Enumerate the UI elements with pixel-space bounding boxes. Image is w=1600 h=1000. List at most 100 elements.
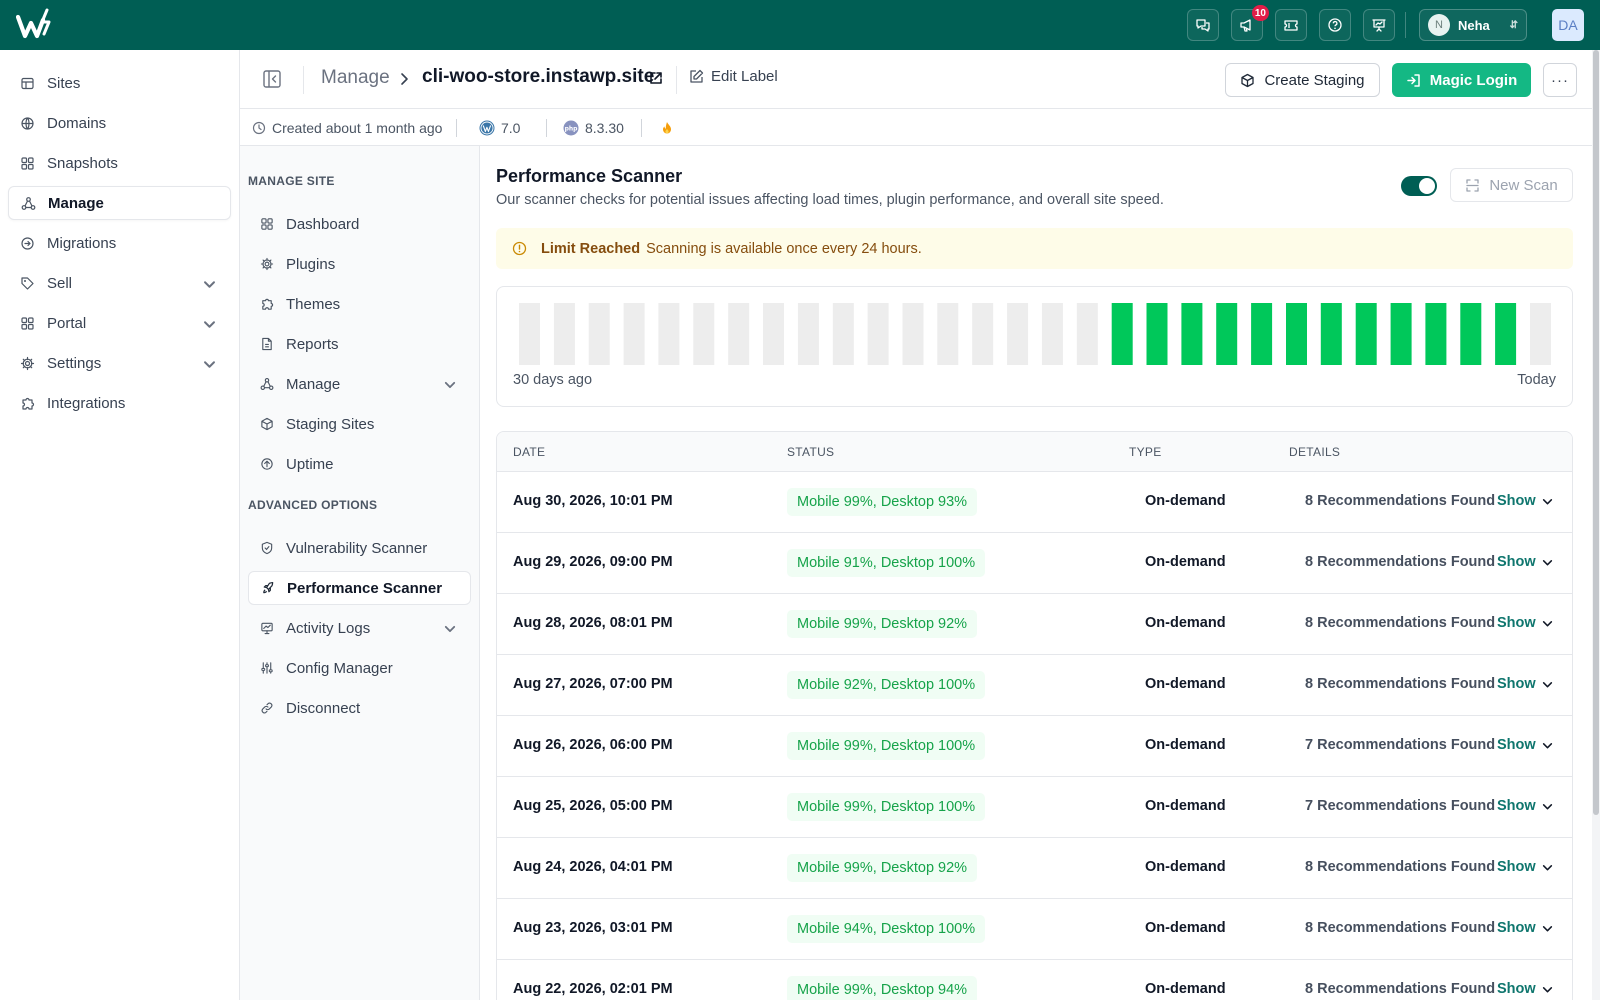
edit-label-button[interactable]: Edit Label	[689, 68, 778, 85]
breadcrumb-manage[interactable]: Manage	[321, 67, 390, 89]
breadcrumb-site[interactable]: cli-woo-store.instawp.site	[422, 66, 654, 88]
manage-nav-item-manage[interactable]: Manage	[248, 367, 471, 401]
show-details-button[interactable]: Show	[1497, 493, 1553, 509]
row-type: On-demand	[1145, 737, 1226, 753]
history-bar-empty[interactable]	[902, 303, 924, 365]
user-menu-button[interactable]: N Neha ⇵	[1419, 9, 1527, 41]
row-date: Aug 28, 2026, 08:01 PM	[513, 615, 673, 631]
chat-button[interactable]	[1187, 9, 1219, 41]
create-staging-button[interactable]: Create Staging	[1225, 63, 1380, 97]
show-details-button[interactable]: Show	[1497, 798, 1553, 814]
chevron-down-icon[interactable]	[443, 378, 457, 392]
presentation-button[interactable]	[1363, 9, 1395, 41]
history-bar-scanned[interactable]	[1425, 303, 1447, 365]
sidebar-item-manage[interactable]: Manage	[8, 186, 231, 220]
manage-nav-item-vulnerability-scanner[interactable]: Vulnerability Scanner	[248, 531, 471, 565]
history-bar-scanned[interactable]	[1390, 303, 1412, 365]
history-bar-empty[interactable]	[553, 303, 575, 365]
new-scan-button[interactable]: New Scan	[1450, 168, 1573, 202]
show-details-button[interactable]: Show	[1497, 859, 1553, 875]
history-bar-empty[interactable]	[588, 303, 610, 365]
history-bar-empty[interactable]	[972, 303, 994, 365]
account-avatar[interactable]: DA	[1552, 9, 1584, 41]
manage-nav-item-performance-scanner[interactable]: Performance Scanner	[248, 571, 471, 605]
sidebar-item-snapshots[interactable]: Snapshots	[8, 146, 231, 180]
sidebar-item-integrations[interactable]: Integrations	[8, 386, 231, 420]
manage-nav-item-uptime[interactable]: Uptime	[248, 447, 471, 481]
history-bar-empty[interactable]	[797, 303, 819, 365]
gear-icon	[20, 356, 35, 370]
chevron-down-icon	[1542, 864, 1552, 870]
chevron-down-icon[interactable]	[202, 357, 217, 372]
tickets-button[interactable]	[1275, 9, 1307, 41]
manage-nav-item-reports[interactable]: Reports	[248, 327, 471, 361]
show-details-button[interactable]: Show	[1497, 676, 1553, 692]
help-button[interactable]	[1319, 9, 1351, 41]
more-actions-button[interactable]: ···	[1543, 63, 1577, 97]
history-bar-empty[interactable]	[519, 303, 540, 365]
chevron-down-icon[interactable]	[202, 277, 217, 292]
scrollbar-thumb[interactable]	[1593, 50, 1599, 815]
magic-login-button[interactable]: Magic Login	[1392, 63, 1531, 97]
sidebar-item-domains[interactable]: Domains	[8, 106, 231, 140]
history-bar-empty[interactable]	[1076, 303, 1098, 365]
history-bar-scanned[interactable]	[1355, 303, 1377, 365]
cache-status[interactable]	[660, 109, 674, 146]
chevron-down-icon[interactable]	[202, 317, 217, 332]
instawp-logo[interactable]	[16, 8, 56, 42]
history-bar-scanned[interactable]	[1495, 303, 1517, 365]
show-details-button[interactable]: Show	[1497, 920, 1553, 936]
history-bar-scanned[interactable]	[1251, 303, 1273, 365]
announcements-button[interactable]: 10	[1231, 5, 1269, 41]
history-bar-empty[interactable]	[728, 303, 750, 365]
manage-nav-item-config-manager[interactable]: Config Manager	[248, 651, 471, 685]
row-date: Aug 29, 2026, 09:00 PM	[513, 554, 673, 570]
manage-nav-item-dashboard[interactable]: Dashboard	[248, 207, 471, 241]
nav-item-label: Activity Logs	[286, 619, 371, 637]
sidebar-item-sell[interactable]: Sell	[8, 266, 231, 300]
show-details-button[interactable]: Show	[1497, 737, 1553, 753]
meta-divider	[546, 119, 547, 137]
manage-nav-item-themes[interactable]: Themes	[248, 287, 471, 321]
history-bar-empty[interactable]	[763, 303, 784, 365]
chevron-down-icon[interactable]	[443, 622, 457, 636]
auto-scan-toggle[interactable]	[1401, 176, 1437, 196]
history-bar-empty[interactable]	[867, 303, 889, 365]
history-bar-empty[interactable]	[693, 303, 715, 365]
sidebar-item-settings[interactable]: Settings	[8, 346, 231, 380]
history-bar-empty[interactable]	[1530, 303, 1551, 365]
history-bar-empty[interactable]	[658, 303, 680, 365]
show-details-button[interactable]: Show	[1497, 615, 1553, 631]
page-scrollbar[interactable]	[1592, 50, 1600, 1000]
history-bar-scanned[interactable]	[1286, 303, 1307, 365]
sidebar-item-portal[interactable]: Portal	[8, 306, 231, 340]
manage-nav-item-disconnect[interactable]: Disconnect	[248, 691, 471, 725]
show-details-button[interactable]: Show	[1497, 981, 1553, 997]
toggle-knob	[1419, 178, 1435, 194]
history-bar-scanned[interactable]	[1146, 303, 1168, 365]
row-type: On-demand	[1145, 554, 1226, 570]
manage-nav-item-activity-logs[interactable]: Activity Logs	[248, 611, 471, 645]
gear-icon	[260, 257, 274, 271]
collapse-sidebar-icon[interactable]	[262, 69, 282, 89]
table-header: DATE STATUS TYPE DETAILS	[497, 432, 1572, 472]
history-bar-empty[interactable]	[1007, 303, 1029, 365]
manage-nav-item-staging-sites[interactable]: Staging Sites	[248, 407, 471, 441]
manage-nav-item-plugins[interactable]: Plugins	[248, 247, 471, 281]
history-bar-scanned[interactable]	[1320, 303, 1342, 365]
advanced-options-heading: ADVANCED OPTIONS	[248, 498, 378, 512]
history-bar-scanned[interactable]	[1111, 303, 1133, 365]
history-bar-scanned[interactable]	[1460, 303, 1482, 365]
external-link-icon[interactable]	[649, 71, 663, 85]
history-bar-empty[interactable]	[1041, 303, 1063, 365]
main-content: Performance Scanner Our scanner checks f…	[480, 146, 1592, 1000]
show-details-button[interactable]: Show	[1497, 554, 1553, 570]
sidebar-item-sites[interactable]: Sites	[8, 66, 231, 100]
history-bar-scanned[interactable]	[1181, 303, 1203, 365]
history-bar-scanned[interactable]	[1216, 303, 1238, 365]
history-bar-empty[interactable]	[937, 303, 959, 365]
history-bar-empty[interactable]	[832, 303, 854, 365]
nav-item-label: Domains	[47, 114, 107, 132]
history-bar-empty[interactable]	[623, 303, 645, 365]
sidebar-item-migrations[interactable]: Migrations	[8, 226, 231, 260]
